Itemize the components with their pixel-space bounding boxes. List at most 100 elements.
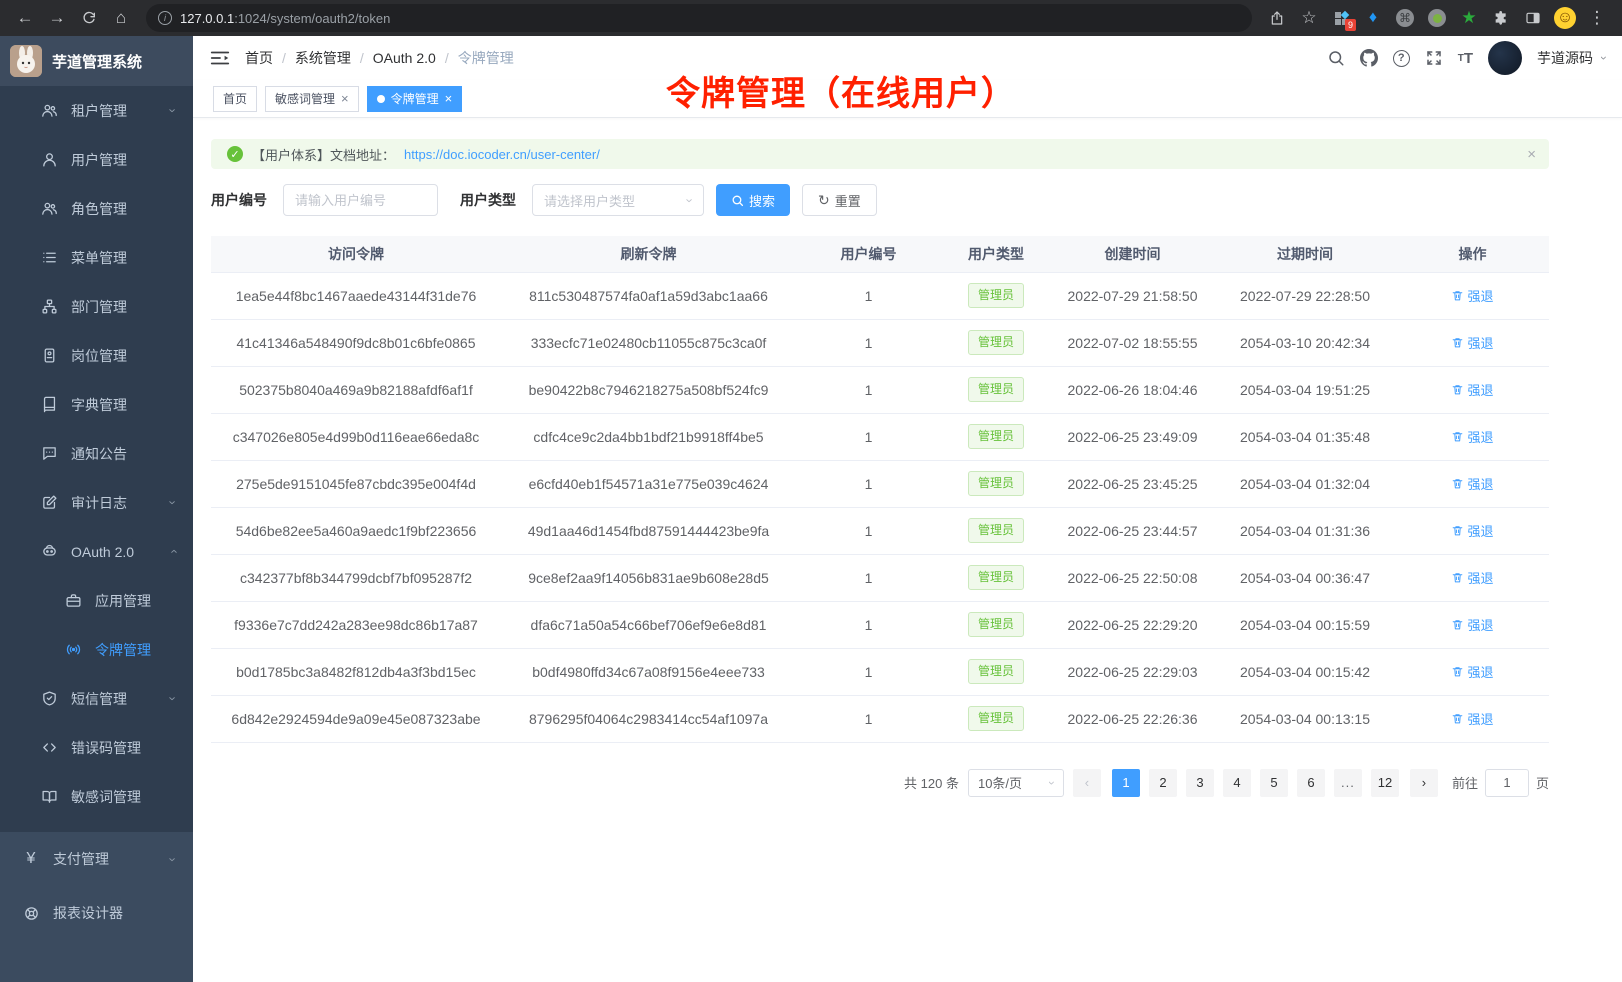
goto-page-input[interactable] (1485, 769, 1529, 797)
force-logout-button[interactable]: 强退 (1451, 380, 1493, 399)
browser-back-icon[interactable]: ← (10, 4, 40, 32)
bookmark-star-icon[interactable]: ☆ (1294, 4, 1324, 32)
user-avatar[interactable] (1488, 41, 1522, 75)
sidebar-item-menu[interactable]: 菜单管理 (0, 233, 193, 282)
sidebar-item-label: 角色管理 (71, 199, 127, 219)
tag-token-active[interactable]: 令牌管理 × (367, 86, 463, 112)
sidebar-item-oauth2-token[interactable]: 令牌管理 (0, 625, 193, 674)
force-logout-button[interactable]: 强退 (1451, 662, 1493, 681)
address-bar[interactable]: i 127.0.0.1:1024/system/oauth2/token (146, 4, 1252, 32)
sidebar-item-label: 应用管理 (95, 591, 151, 611)
breadcrumb-oauth2[interactable]: OAuth 2.0 (373, 50, 436, 66)
page-button-1[interactable]: 1 (1112, 769, 1140, 797)
sidebar-item-post[interactable]: 岗位管理 (0, 331, 193, 380)
table-row: 275e5de9151045fe87cbdc395e004f4de6cfd40e… (211, 460, 1549, 507)
fullscreen-icon[interactable] (1425, 49, 1443, 67)
sidebar-item-report[interactable]: 报表设计器 (0, 886, 193, 940)
page-size-select[interactable]: 10条/页 › (968, 769, 1064, 797)
force-logout-button[interactable]: 强退 (1451, 427, 1493, 446)
font-size-icon[interactable]: TT (1458, 50, 1473, 67)
page-unit-label: 页 (1536, 773, 1549, 792)
share-icon[interactable] (1262, 4, 1292, 32)
page-button-4[interactable]: 4 (1223, 769, 1251, 797)
browser-home-icon[interactable]: ⌂ (106, 4, 136, 32)
recorder-extension-icon[interactable] (1422, 4, 1452, 32)
sidebar-item-role[interactable]: 角色管理 (0, 184, 193, 233)
force-logout-button[interactable]: 强退 (1451, 568, 1493, 587)
site-info-icon[interactable]: i (158, 11, 172, 25)
reset-button[interactable]: ↻ 重置 (802, 184, 877, 216)
sidebar-item-notice[interactable]: 通知公告 (0, 429, 193, 478)
more-pages-button[interactable]: ... (1334, 769, 1362, 797)
force-logout-button[interactable]: 强退 (1451, 615, 1493, 634)
column-header: 访问令牌 (211, 236, 501, 272)
sidebar-item-dict[interactable]: 字典管理 (0, 380, 193, 429)
gem-extension-icon[interactable]: ♦ (1358, 4, 1388, 32)
close-icon[interactable]: × (341, 92, 349, 105)
sidebar-item-dept[interactable]: 部门管理 (0, 282, 193, 331)
robot-icon (40, 543, 58, 560)
sidebar-item-tenant[interactable]: 租户管理› (0, 86, 193, 135)
chevron-down-icon: › (165, 108, 180, 112)
page-button-5[interactable]: 5 (1260, 769, 1288, 797)
close-icon[interactable]: × (1527, 146, 1536, 163)
search-button[interactable]: 搜索 (716, 184, 790, 216)
force-logout-button[interactable]: 强退 (1451, 474, 1493, 493)
breadcrumb-current: 令牌管理 (458, 48, 514, 68)
doc-link[interactable]: https://doc.iocoder.cn/user-center/ (404, 147, 600, 162)
browser-menu-icon[interactable]: ⋮ (1582, 4, 1612, 32)
caret-down-icon[interactable]: › (1597, 56, 1611, 60)
sidebar-item-user[interactable]: 用户管理 (0, 135, 193, 184)
tag-sensitive-word[interactable]: 敏感词管理 × (265, 86, 359, 112)
browser-forward-icon[interactable]: → (42, 4, 72, 32)
tag-home[interactable]: 首页 (213, 86, 257, 112)
breadcrumb-home[interactable]: 首页 (245, 48, 273, 68)
expire-time-cell: 2054-03-04 01:35:48 (1214, 413, 1396, 460)
sidebar-item-audit-log[interactable]: 审计日志› (0, 478, 193, 527)
sidebar-item-sms[interactable]: 短信管理› (0, 674, 193, 723)
collapse-menu-icon[interactable] (209, 47, 231, 69)
action-cell: 强退 (1396, 272, 1549, 319)
page-button-3[interactable]: 3 (1186, 769, 1214, 797)
column-header: 过期时间 (1214, 236, 1396, 272)
search-icon[interactable] (1327, 49, 1345, 67)
app-logo[interactable]: 芋道管理系统 (0, 36, 193, 86)
expire-time-cell: 2054-03-10 20:42:34 (1214, 319, 1396, 366)
page-button-6[interactable]: 6 (1297, 769, 1325, 797)
green-star-extension-icon[interactable]: ★ (1454, 4, 1484, 32)
help-icon[interactable]: ? (1393, 50, 1410, 67)
next-page-button[interactable]: › (1410, 769, 1438, 797)
sidebar-item-sensitive[interactable]: 敏感词管理 (0, 772, 193, 821)
page-button-2[interactable]: 2 (1149, 769, 1177, 797)
username[interactable]: 芋道源码 (1537, 48, 1593, 68)
user-id-input[interactable] (283, 184, 438, 216)
browser-reload-icon[interactable] (74, 4, 104, 32)
sidebar-item-oauth2[interactable]: OAuth 2.0› (0, 527, 193, 576)
expire-time-cell: 2054-03-04 00:15:59 (1214, 601, 1396, 648)
user-type-select[interactable]: 请选择用户类型 › (532, 184, 704, 216)
sidebar-item-pay[interactable]: ¥支付管理› (0, 832, 193, 886)
force-logout-button[interactable]: 强退 (1451, 709, 1493, 728)
action-cell: 强退 (1396, 366, 1549, 413)
user-type-cell: 管理员 (941, 413, 1051, 460)
sidebar-item-errorcode[interactable]: 错误码管理 (0, 723, 193, 772)
profile-avatar-icon[interactable]: ☺ (1550, 4, 1580, 32)
extension-tabs-icon[interactable]: 9 (1326, 4, 1356, 32)
side-panel-icon[interactable] (1518, 4, 1548, 32)
breadcrumb-system[interactable]: 系统管理 (295, 48, 351, 68)
table-row: f9336e7c7dd242a283ee98dc86b17a87dfa6c71a… (211, 601, 1549, 648)
url-text: 127.0.0.1:1024/system/oauth2/token (180, 11, 390, 26)
page-button-12[interactable]: 12 (1371, 769, 1399, 797)
command-extension-icon[interactable]: ⌘ (1390, 4, 1420, 32)
puzzle-extensions-icon[interactable] (1486, 4, 1516, 32)
close-icon[interactable]: × (445, 92, 453, 105)
trash-icon (1451, 665, 1464, 678)
user-type-cell: 管理员 (941, 460, 1051, 507)
force-logout-button[interactable]: 强退 (1451, 286, 1493, 305)
force-logout-button[interactable]: 强退 (1451, 333, 1493, 352)
table-header-row: 访问令牌刷新令牌用户编号用户类型创建时间过期时间操作 (211, 236, 1549, 272)
force-logout-button[interactable]: 强退 (1451, 521, 1493, 540)
github-icon[interactable] (1360, 49, 1378, 67)
sidebar-item-oauth2-app[interactable]: 应用管理 (0, 576, 193, 625)
prev-page-button[interactable]: ‹ (1073, 769, 1101, 797)
